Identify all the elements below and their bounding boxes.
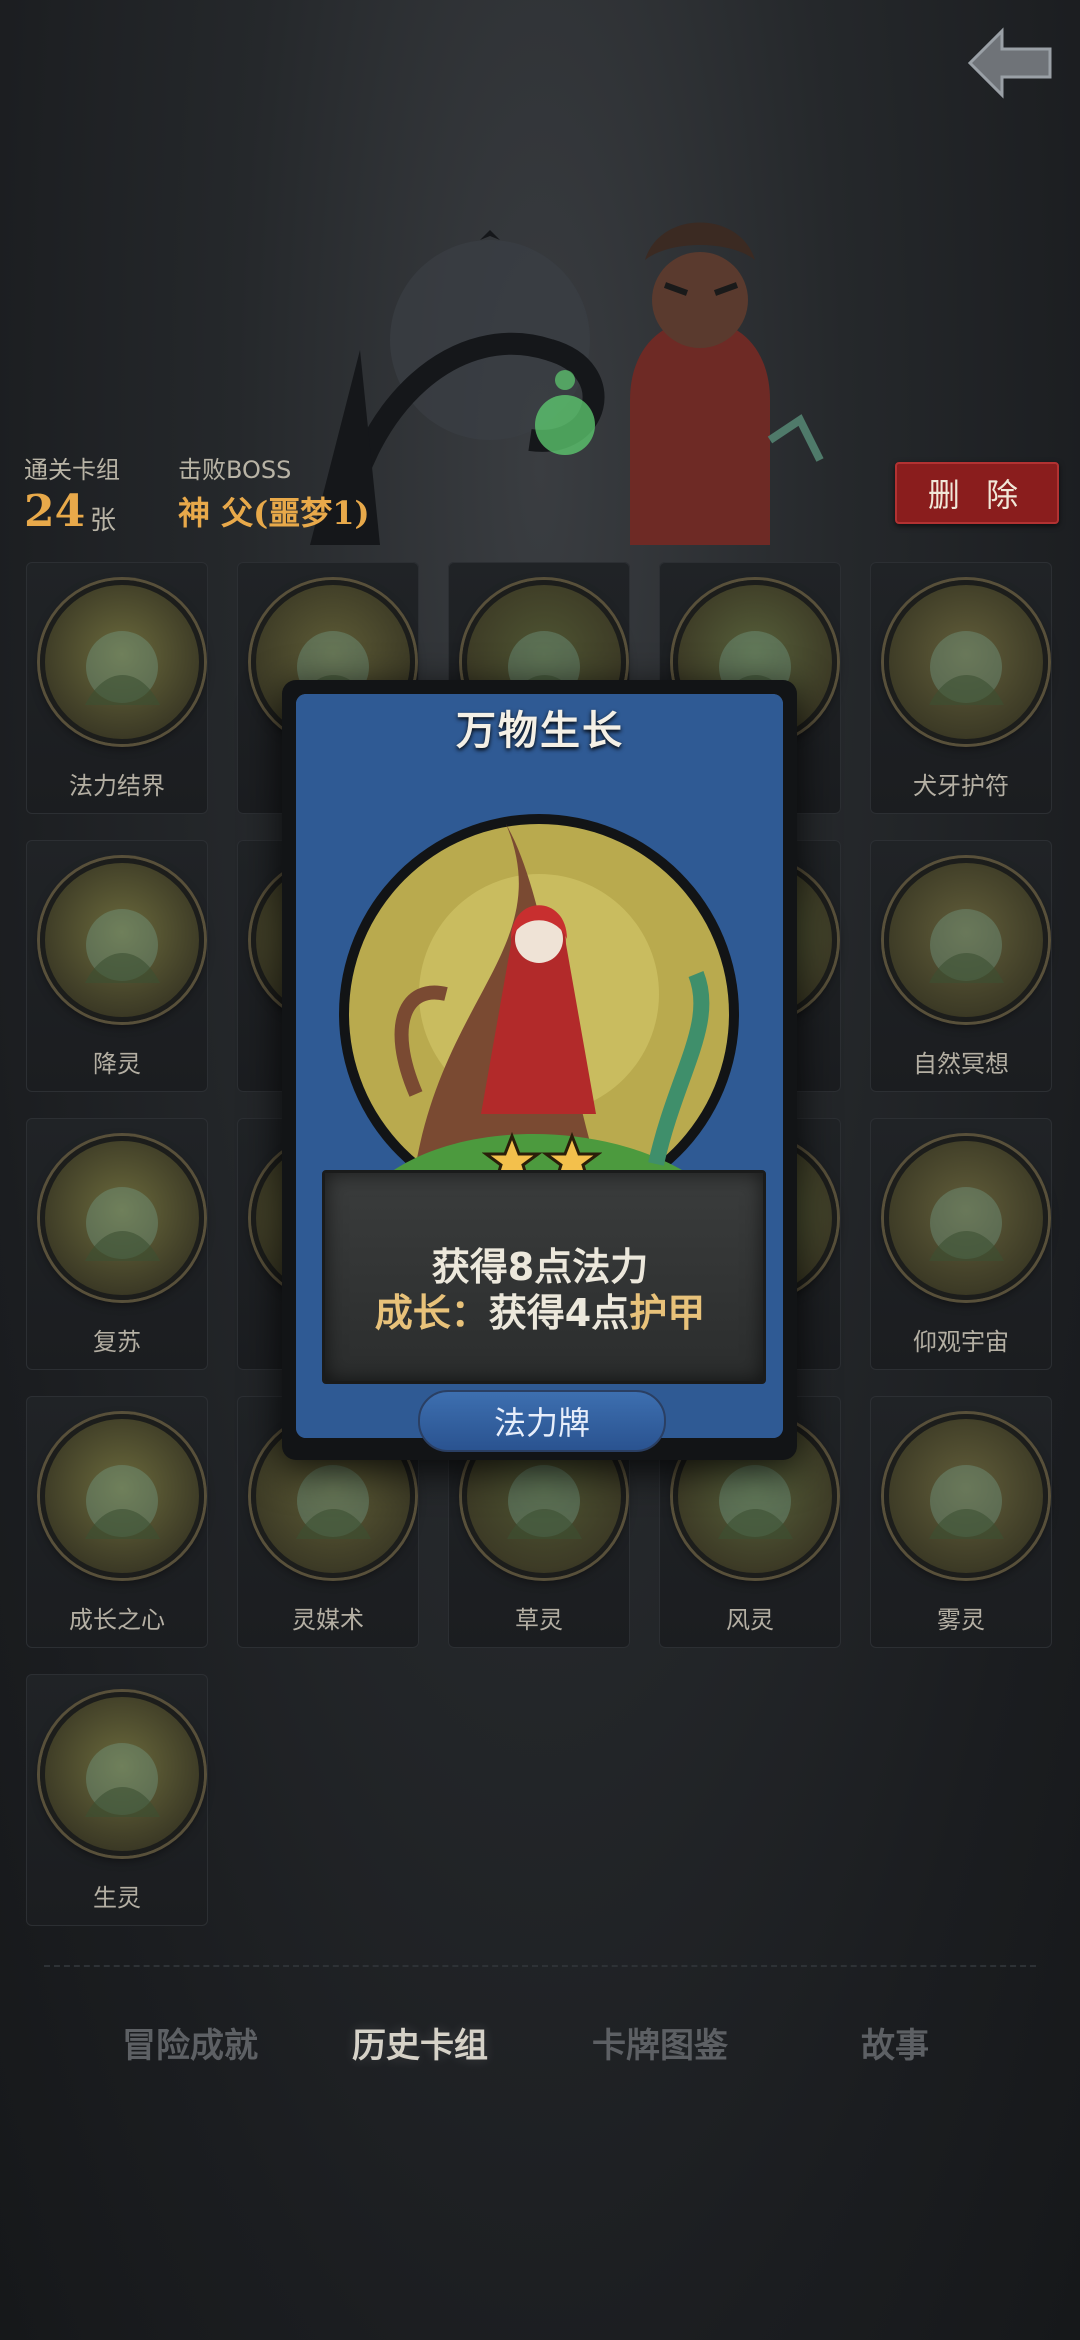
growth-heart-icon bbox=[40, 1414, 204, 1578]
card-slot-name: 灵媒术 bbox=[292, 1606, 364, 1634]
card-slot[interactable]: 雾灵 bbox=[870, 1396, 1052, 1648]
growth-prefix: 成长： bbox=[374, 1291, 489, 1335]
card-slot-name: 风灵 bbox=[726, 1606, 774, 1634]
boss-label: 击败BOSS bbox=[178, 456, 292, 484]
tab-card-compendium[interactable]: 卡牌图鉴 bbox=[570, 2018, 750, 2068]
card-slot-name: 降灵 bbox=[93, 1050, 141, 1078]
card-slot-name: 生灵 bbox=[93, 1884, 141, 1912]
growth-effect: 获得4点 bbox=[488, 1291, 630, 1335]
card-slot[interactable]: 法力结界 bbox=[26, 562, 208, 814]
butterfly-icon bbox=[40, 1692, 204, 1856]
mist-spirit-icon bbox=[884, 1414, 1048, 1578]
meditation-icon bbox=[884, 858, 1048, 1022]
clear-deck-count: 24 bbox=[24, 486, 86, 537]
back-button[interactable] bbox=[960, 18, 1060, 108]
card-slot[interactable]: 犬牙护符 bbox=[870, 562, 1052, 814]
tab-story[interactable]: 故事 bbox=[845, 2018, 945, 2068]
hero-illustration bbox=[300, 200, 860, 545]
clear-deck-unit: 张 bbox=[90, 506, 117, 536]
armor-keyword: 护甲 bbox=[629, 1291, 706, 1335]
card-slot-name: 自然冥想 bbox=[913, 1050, 1009, 1078]
card-slot[interactable]: 自然冥想 bbox=[870, 840, 1052, 1092]
card-slot-name: 犬牙护符 bbox=[913, 772, 1009, 800]
boss-name: 神 父(噩梦1) bbox=[178, 494, 370, 532]
card-slot[interactable]: 生灵 bbox=[26, 1674, 208, 1926]
tab-history-deck[interactable]: 历史卡组 bbox=[330, 2018, 510, 2068]
card-slot-name: 法力结界 bbox=[69, 772, 165, 800]
card-title: 万物生长 bbox=[456, 708, 624, 754]
card-slot-name: 草灵 bbox=[515, 1606, 563, 1634]
card-slot[interactable]: 成长之心 bbox=[26, 1396, 208, 1648]
clear-deck-label: 通关卡组 bbox=[24, 456, 120, 484]
summon-spirit-icon bbox=[40, 858, 204, 1022]
card-type-badge: 法力牌 bbox=[418, 1390, 666, 1452]
card-slot-name: 雾灵 bbox=[937, 1606, 985, 1634]
delete-button[interactable]: 删 除 bbox=[895, 462, 1059, 524]
back-arrow-icon bbox=[967, 27, 1052, 99]
card-description-line2: 成长：获得4点护甲 bbox=[0, 1282, 1080, 1337]
card-slot[interactable]: 降灵 bbox=[26, 840, 208, 1092]
card-slot-name: 成长之心 bbox=[69, 1606, 165, 1634]
nav-divider bbox=[44, 1965, 1036, 1967]
tab-adventure-achievements[interactable]: 冒险成就 bbox=[100, 2018, 280, 2068]
